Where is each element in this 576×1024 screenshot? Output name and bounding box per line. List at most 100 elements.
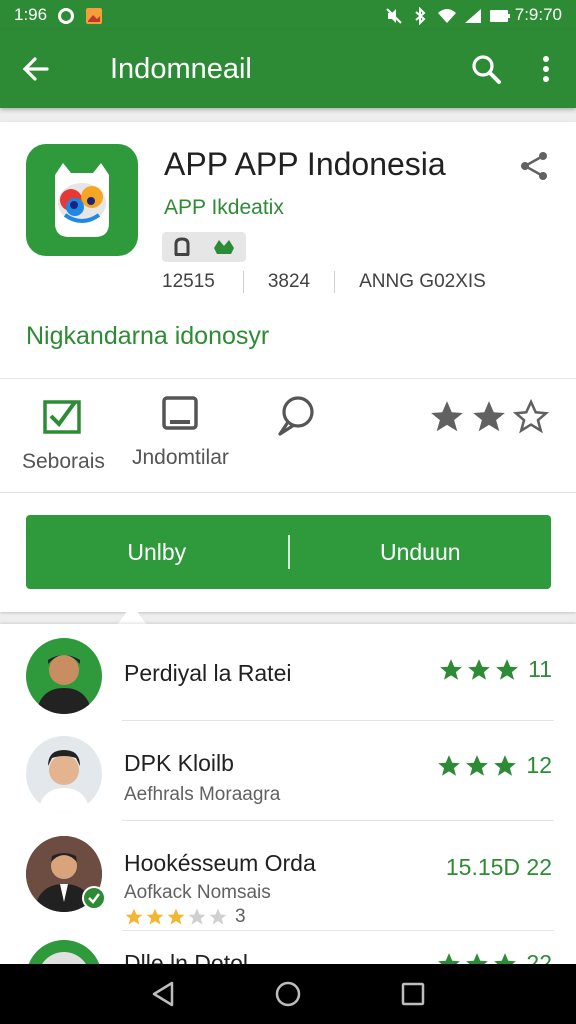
review-score-value: 12 xyxy=(526,752,552,778)
mute-icon xyxy=(385,7,403,24)
star-filled-icon xyxy=(438,952,461,964)
stat-category: ANNG G02XIS xyxy=(334,271,510,293)
list-item[interactable]: Perdiyal la Ratei 11 xyxy=(0,638,576,738)
battery-icon xyxy=(489,7,510,23)
status-bar: 1:96 7:9:70 xyxy=(0,0,576,30)
right-action-button[interactable]: Unduun xyxy=(290,515,552,589)
review-score-value: 15.15D 22 xyxy=(445,854,552,880)
list-item[interactable]: Hookésseum Orda Aofkack Nomsais 3 15.15D… xyxy=(0,836,576,936)
nav-recents-button[interactable] xyxy=(389,970,437,1018)
divider xyxy=(0,492,576,493)
age-rating-icon xyxy=(174,237,190,256)
mini-rating: 3 xyxy=(124,906,246,928)
nav-back-icon xyxy=(152,981,173,1007)
review-score: 22 xyxy=(436,950,552,964)
signal-icon xyxy=(463,7,481,23)
review-score: 15.15D 22 xyxy=(446,854,552,881)
app-tagline: Nigkandarna idonosyr xyxy=(26,322,270,350)
more-options-button[interactable] xyxy=(516,30,576,108)
wifi-icon xyxy=(437,7,456,23)
stat-downloads: 12515 xyxy=(162,271,215,292)
action-install-label: Seborais xyxy=(22,450,105,473)
reviewer-name: DPK Kloilb xyxy=(124,750,234,776)
app-icon xyxy=(26,144,138,256)
avatar xyxy=(26,940,102,964)
review-score-value: 11 xyxy=(528,656,552,682)
reviewer-name: Hookésseum Orda xyxy=(124,850,316,876)
chat-bubble-icon xyxy=(278,396,314,436)
back-button[interactable] xyxy=(0,30,72,108)
star-filled-icon xyxy=(494,952,517,964)
app-detail-card: APP APP Indonesia APP Ikdeatix 12515 382… xyxy=(0,122,576,612)
reviewer-name: Perdiyal la Ratei xyxy=(124,660,292,686)
status-time: 1:96 xyxy=(14,5,48,24)
list-item[interactable]: Dlle ln Dotol 22 xyxy=(0,940,576,964)
app-toolbar: Indomneail xyxy=(0,30,576,108)
share-button[interactable] xyxy=(512,144,556,188)
star-filled-icon xyxy=(468,658,490,680)
nav-home-button[interactable] xyxy=(264,970,312,1018)
more-vert-icon xyxy=(543,56,549,82)
star-outline-icon xyxy=(512,398,550,434)
star-filled-icon xyxy=(146,908,164,925)
system-nav-bar xyxy=(0,964,576,1024)
action-button-bar: Unlby Unduun xyxy=(26,515,551,589)
app-stats: 12515 3824 ANNG G02XIS xyxy=(162,267,510,297)
developer-name[interactable]: APP Ikdeatix xyxy=(164,196,284,220)
star-filled-icon xyxy=(466,754,489,776)
status-right-text: 7:9:70 xyxy=(514,5,562,24)
avatar xyxy=(26,836,106,912)
list-item[interactable]: DPK Kloilb Aefhrals Moraagra 12 xyxy=(0,736,576,836)
stat-reviews: 3824 xyxy=(242,271,334,293)
divider xyxy=(0,378,576,379)
star-filled-icon xyxy=(440,658,462,680)
mini-rating-value: 3 xyxy=(235,906,246,927)
divider xyxy=(122,930,554,931)
star-filled-icon xyxy=(431,401,463,432)
divider xyxy=(122,720,554,721)
reviewer-subtitle: Aofkack Nomsais xyxy=(124,882,271,903)
action-device-label: Jndomtilar xyxy=(132,446,229,469)
review-score: 12 xyxy=(436,752,552,779)
reviewer-subtitle: Aefhrals Moraagra xyxy=(124,784,281,805)
install-box-icon xyxy=(43,400,82,434)
app-logo-icon xyxy=(55,163,109,237)
verified-check-icon xyxy=(82,886,106,910)
left-action-button[interactable]: Unlby xyxy=(26,515,288,589)
reviewer-name: Dlle ln Dotol xyxy=(124,950,248,964)
rating-stars[interactable] xyxy=(428,398,550,436)
divider xyxy=(122,820,554,821)
star-filled-icon xyxy=(496,658,518,680)
nav-back-button[interactable] xyxy=(139,970,187,1018)
avatar xyxy=(26,736,102,812)
star-filled-icon xyxy=(466,952,489,964)
tablet-icon xyxy=(162,396,199,430)
action-device[interactable]: Jndomtilar xyxy=(132,394,229,470)
action-install[interactable]: Seborais xyxy=(22,394,105,474)
star-empty-icon xyxy=(188,908,206,925)
toolbar-title: Indomneail xyxy=(110,52,252,85)
review-score: 11 xyxy=(438,656,552,683)
card-notch xyxy=(118,604,146,624)
star-filled-icon xyxy=(473,401,505,432)
star-filled-icon xyxy=(494,754,517,776)
gallery-icon xyxy=(85,7,103,24)
editors-choice-icon xyxy=(214,240,234,254)
action-comment[interactable] xyxy=(274,394,318,450)
search-button[interactable] xyxy=(456,30,516,108)
search-icon xyxy=(472,55,501,84)
bluetooth-icon xyxy=(411,6,429,26)
back-arrow-icon xyxy=(22,57,49,81)
reviews-card: Perdiyal la Ratei 11 DPK Kloilb Aefhrals… xyxy=(0,624,576,964)
star-empty-icon xyxy=(209,908,227,925)
review-score-value: 22 xyxy=(526,950,552,964)
avatar xyxy=(26,638,102,714)
content-badges xyxy=(162,232,246,262)
whatsapp-icon xyxy=(57,7,75,24)
star-filled-icon xyxy=(167,908,185,925)
star-filled-icon xyxy=(125,908,143,925)
nav-home-icon xyxy=(275,981,301,1007)
app-title: APP APP Indonesia xyxy=(164,146,446,182)
share-icon xyxy=(521,152,547,180)
nav-recents-icon xyxy=(402,982,425,1006)
